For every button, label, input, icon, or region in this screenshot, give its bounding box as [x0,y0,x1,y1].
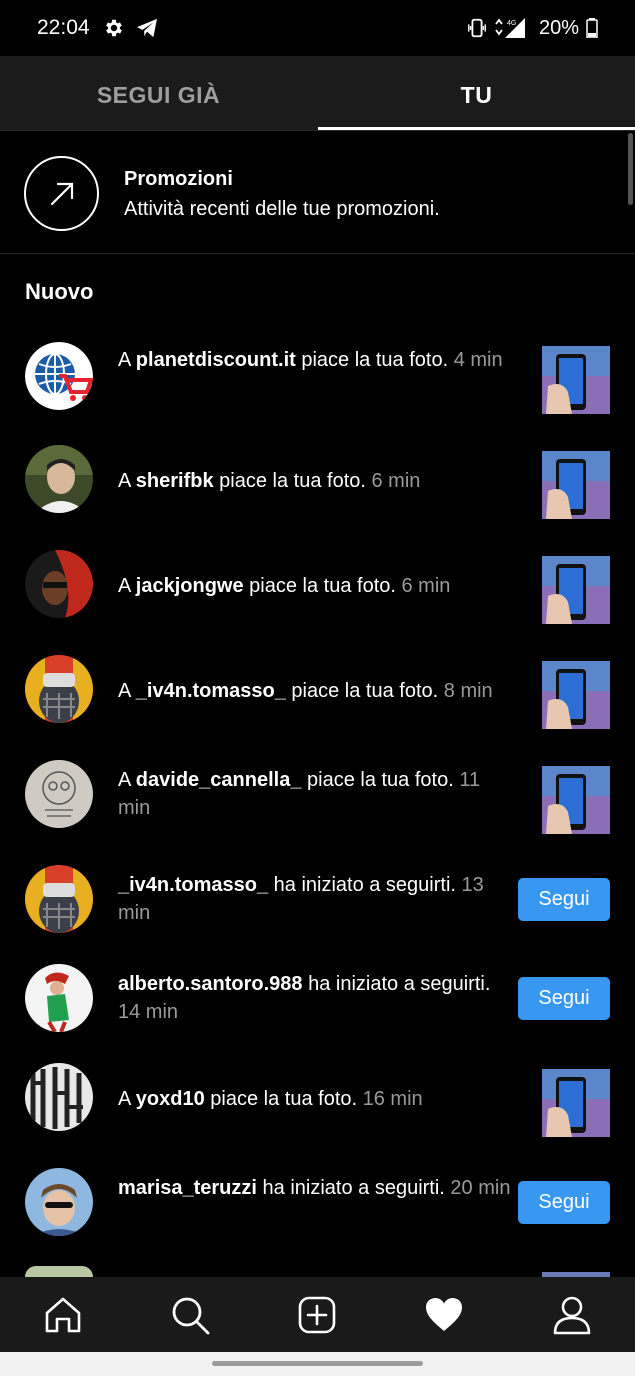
bottom-navigation [0,1277,635,1352]
notification-text: A davide_cannella_ piace la tua foto. 11… [118,766,513,822]
gesture-handle[interactable] [212,1361,423,1366]
notification-prefix: A [118,575,136,597]
notification-prefix: A [118,470,136,492]
notification-row[interactable]: marisa_teruzzi ha iniziato a seguirti. 2… [0,1166,635,1271]
notification-action: piace la tua foto. [204,1088,363,1110]
notification-text: A planetdiscount.it piace la tua foto. 4… [118,346,513,374]
notification-username[interactable]: planetdiscount.it [136,349,296,371]
notification-time: 4 min [453,349,503,371]
notification-username[interactable]: marisa_teruzzi [118,1177,257,1199]
notification-action: ha iniziato a seguirti. [256,1177,451,1199]
notification-time: 16 min [362,1088,423,1110]
notification-prefix: A [118,349,136,371]
heart-icon[interactable] [424,1295,464,1335]
notification-row[interactable]: A planetdiscount.it piace la tua foto. 4… [0,338,635,443]
post-thumbnail[interactable] [542,1069,610,1137]
avatar[interactable] [25,655,93,723]
avatar[interactable] [25,760,93,828]
promotions-title: Promozioni [124,168,233,190]
home-icon[interactable] [43,1295,83,1335]
notification-prefix: A [118,680,136,702]
notification-row[interactable]: alberto.santoro.988 ha iniziato a seguir… [0,962,635,1067]
notification-text: A jackjongwe piace la tua foto. 6 min [118,572,513,600]
notification-prefix: A [118,769,136,791]
scrollbar[interactable] [628,133,633,205]
notification-action: piace la tua foto. [213,470,372,492]
notification-action: piace la tua foto. [295,349,454,371]
notification-text: A sherifbk piace la tua foto. 6 min [118,467,513,495]
battery-icon [586,18,598,38]
activity-tabs: SEGUI GIÀ TU [0,56,635,131]
status-bar: 22:04 4G 20% [0,0,635,56]
section-title: Nuovo [25,279,94,304]
follow-button[interactable]: Segui [518,977,610,1020]
follow-button[interactable]: Segui [518,878,610,921]
notification-action: ha iniziato a seguirti. [302,973,491,995]
tab-following[interactable]: SEGUI GIÀ [0,56,317,131]
battery-percent: 20% [539,17,580,39]
notification-row[interactable]: A sherifbk piace la tua foto. 6 min [0,443,635,548]
avatar[interactable] [25,1168,93,1236]
section-divider [0,253,635,254]
add-post-icon[interactable] [297,1295,337,1335]
notification-username[interactable]: jackjongwe [136,575,244,597]
promotions-arrow-icon [24,156,99,231]
avatar[interactable] [25,865,93,933]
notification-text: marisa_teruzzi ha iniziato a seguirti. 2… [118,1174,513,1202]
network-type-label: 4G [507,20,516,27]
notification-text: A yoxd10 piace la tua foto. 16 min [118,1085,513,1113]
avatar[interactable] [25,445,93,513]
notification-time: 14 min [118,1001,179,1023]
tab-divider [0,130,635,131]
avatar[interactable] [25,550,93,618]
avatar[interactable] [25,1266,93,1277]
post-thumbnail[interactable] [542,766,610,834]
notification-username[interactable]: sherifbk [136,470,214,492]
notification-username[interactable]: _iv4n.tomasso_ [118,874,268,896]
signal-4g-icon: 4G [495,18,525,38]
promotions-subtitle: Attività recenti delle tue promozioni. [124,198,440,220]
notification-row[interactable]: A davide_cannella_ piace la tua foto. 11… [0,758,635,863]
avatar[interactable] [25,964,93,1032]
vibrate-icon [468,18,486,38]
notification-row[interactable]: A _iv4n.tomasso_ piace la tua foto. 8 mi… [0,653,635,758]
notification-row[interactable]: A yoxd10 piace la tua foto. 16 min [0,1061,635,1166]
avatar[interactable] [25,1063,93,1131]
post-thumbnail[interactable] [542,661,610,729]
status-time: 22:04 [37,16,90,39]
notification-text: _iv4n.tomasso_ ha iniziato a seguirti. 1… [118,871,513,927]
search-icon[interactable] [170,1295,210,1335]
notification-action: ha iniziato a seguirti. [268,874,462,896]
notification-username[interactable]: alberto.santoro.988 [118,973,303,995]
avatar[interactable] [25,342,93,410]
notification-action: piace la tua foto. [243,575,402,597]
notification-text: A _iv4n.tomasso_ piace la tua foto. 8 mi… [118,677,513,705]
profile-icon[interactable] [552,1295,592,1335]
notification-text: alberto.santoro.988 ha iniziato a seguir… [118,970,513,1026]
notification-username[interactable]: davide_cannella_ [136,769,302,791]
promotions-row[interactable]: Promozioni Attività recenti delle tue pr… [0,132,628,254]
notification-action: piace la tua foto. [285,680,444,702]
notification-time: 20 min [450,1177,511,1199]
post-thumbnail[interactable] [542,346,610,414]
notification-action: piace la tua foto. [301,769,460,791]
settings-gear-icon [106,19,122,37]
notification-time: 8 min [443,680,493,702]
notification-row[interactable]: A jackjongwe piace la tua foto. 6 min [0,548,635,653]
notification-prefix: A [118,1088,136,1110]
notification-username[interactable]: _iv4n.tomasso_ [136,680,286,702]
notification-username[interactable]: yoxd10 [136,1088,205,1110]
tab-you[interactable]: TU [318,56,635,131]
telegram-icon [137,18,157,38]
post-thumbnail[interactable] [542,451,610,519]
notification-time: 6 min [371,470,421,492]
gesture-nav-area [0,1352,635,1376]
notification-row[interactable]: _iv4n.tomasso_ ha iniziato a seguirti. 1… [0,863,635,968]
post-thumbnail[interactable] [542,556,610,624]
notification-time: 6 min [401,575,451,597]
follow-button[interactable]: Segui [518,1181,610,1224]
